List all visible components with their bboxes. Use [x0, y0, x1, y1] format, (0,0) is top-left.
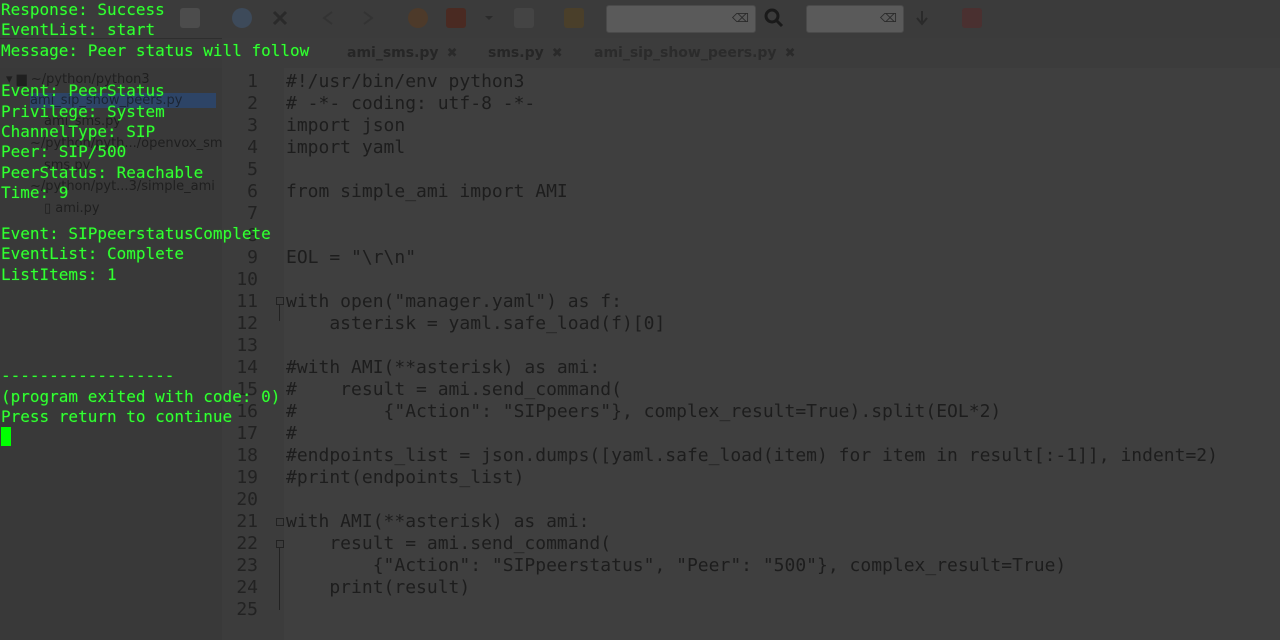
dropdown-icon[interactable]: [482, 8, 496, 28]
execute-icon[interactable]: [514, 8, 534, 28]
terminal-line: Time: 9: [1, 183, 69, 203]
color-chooser-icon[interactable]: [564, 8, 584, 28]
clear-icon[interactable]: ⌫: [880, 11, 897, 25]
line-number: 24: [236, 577, 258, 598]
terminal-line: (program exited with code: 0): [1, 386, 281, 406]
jump-to-line-icon[interactable]: [912, 8, 932, 28]
terminal-line: PeerStatus: Reachable: [1, 162, 204, 182]
fold-marker-icon[interactable]: [276, 518, 284, 526]
close-tab-icon[interactable]: ✖: [447, 46, 458, 61]
clear-icon[interactable]: ⌫: [732, 11, 749, 25]
terminal-line: Press return to continue: [1, 407, 233, 426]
code-line: #endpoints_list = json.dumps([yaml.safe_…: [286, 445, 1218, 466]
terminal-line: Message: Peer status will follow: [1, 40, 310, 60]
terminal-line: ListItems: 1: [1, 264, 117, 284]
terminal-line: Response: Success: [1, 0, 165, 19]
terminal-line: ChannelType: SIP: [1, 122, 156, 142]
terminal-line: ------------------: [1, 366, 175, 386]
terminal-line: Event: SIPpeerstatusComplete: [1, 223, 271, 243]
build-icon[interactable]: [446, 8, 466, 28]
search-field[interactable]: ⌫: [606, 5, 756, 33]
terminal-line: Event: PeerStatus: [1, 81, 165, 101]
line-number: 19: [236, 467, 258, 488]
tab-label: ami_sip_show_peers.py: [594, 45, 777, 61]
tab-label: sms.py: [488, 45, 544, 61]
code-line: with AMI(**asterisk) as ami:: [286, 511, 590, 532]
search-icon[interactable]: [764, 8, 784, 28]
terminal-line: Peer: SIP/500: [1, 142, 127, 162]
terminal-line: EventList: Complete: [1, 244, 185, 264]
terminal-cursor: [1, 427, 11, 446]
terminal-line: Privilege: System: [1, 101, 165, 121]
line-number: 20: [236, 489, 258, 510]
compile-icon[interactable]: [408, 8, 428, 28]
line-number: 21: [236, 511, 258, 532]
terminal-line: EventList: start: [1, 20, 156, 40]
quit-icon[interactable]: [962, 8, 982, 28]
code-line: #print(endpoints_list): [286, 467, 525, 488]
tab-sms[interactable]: sms.py ✖: [488, 38, 563, 68]
line-number: 25: [236, 599, 258, 620]
goto-line-field[interactable]: ⌫: [806, 5, 904, 33]
close-tab-icon[interactable]: ✖: [552, 46, 563, 61]
line-number: 23: [236, 555, 258, 576]
close-tab-icon[interactable]: ✖: [785, 46, 796, 61]
line-number: 22: [236, 533, 258, 554]
fold-line: [279, 548, 280, 610]
tab-ami-sip-show-peers[interactable]: ami_sip_show_peers.py ✖: [582, 38, 808, 70]
code-line: print(result): [286, 577, 471, 598]
code-line: {"Action": "SIPpeerstatus", "Peer": "500…: [286, 555, 1067, 576]
terminal-output: Response: Success EventList: start Message…: [0, 0, 400, 460]
code-line: result = ami.send_command(: [286, 533, 612, 554]
fold-marker-icon[interactable]: [276, 540, 284, 548]
